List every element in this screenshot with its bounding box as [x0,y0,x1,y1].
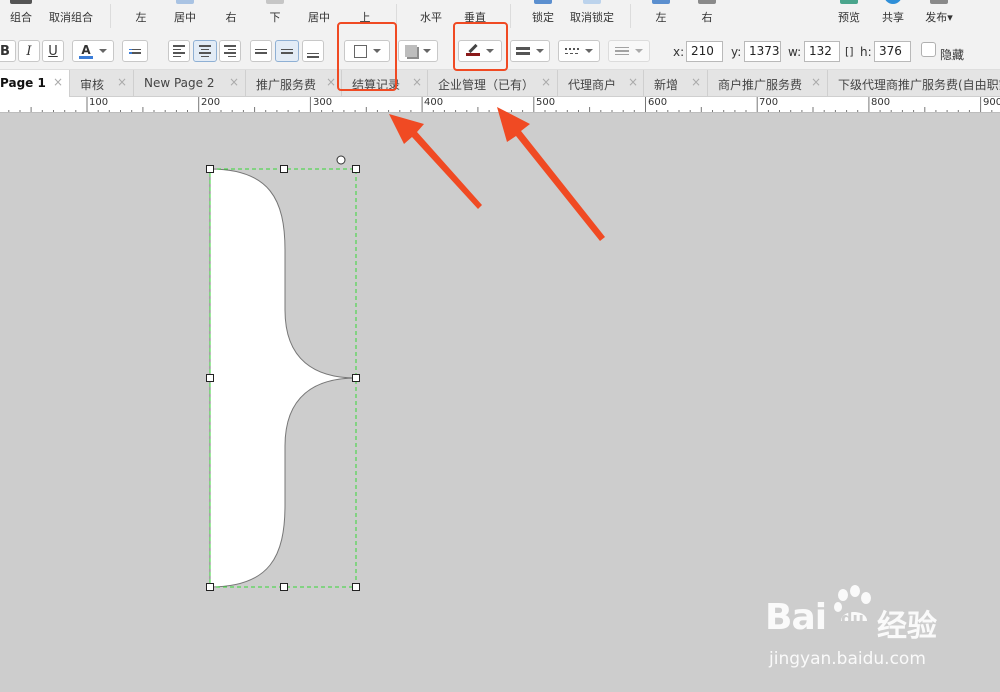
resize-handle-s[interactable] [280,583,288,591]
resize-handle-w[interactable] [206,374,214,382]
rotate-handle[interactable] [336,155,346,165]
watermark-du: du [841,609,864,628]
baidu-jingyan-watermark: Bai du 经验 jingyan.baidu.com [765,585,995,680]
resize-handle-nw[interactable] [206,165,214,173]
highlight-line-color [453,22,508,71]
resize-handle-ne[interactable] [352,165,360,173]
resize-handle-se[interactable] [352,583,360,591]
watermark-brand: Bai [765,597,827,638]
highlight-fill-color [337,22,397,91]
watermark-url: jingyan.baidu.com [769,649,926,669]
resize-handle-e[interactable] [352,374,360,382]
resize-handle-n[interactable] [280,165,288,173]
resize-handle-sw[interactable] [206,583,214,591]
curly-brace-shape[interactable] [209,168,357,588]
watermark-suffix: 经验 [877,609,937,644]
